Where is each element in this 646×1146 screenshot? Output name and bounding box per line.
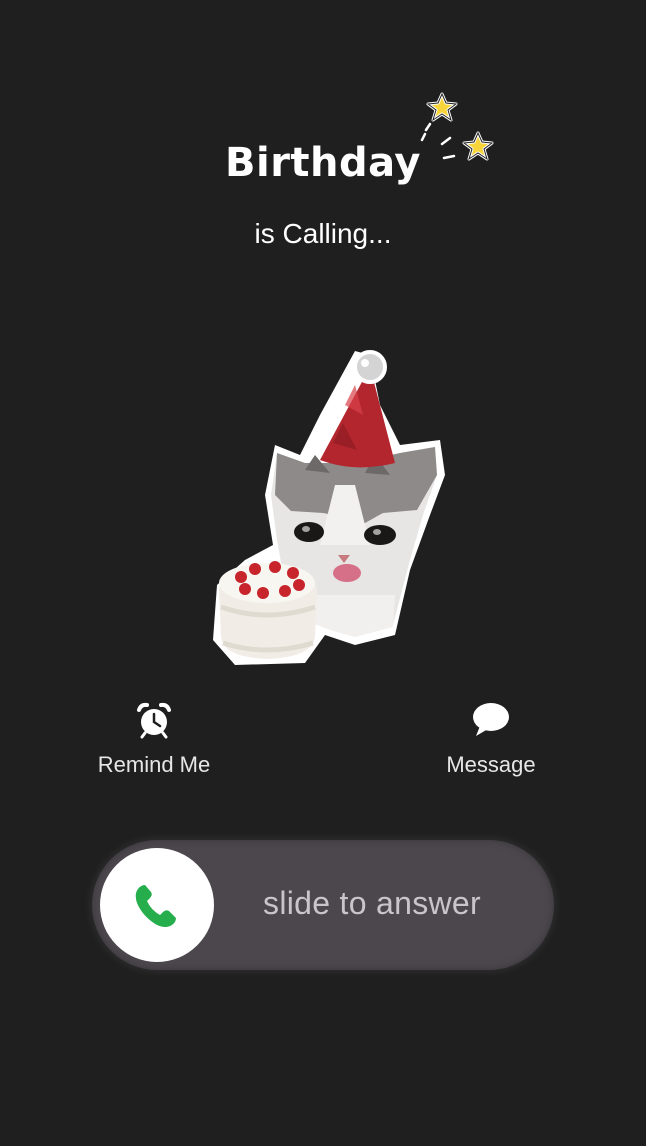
- call-status: is Calling...: [254, 218, 392, 249]
- answer-knob[interactable]: [100, 848, 214, 962]
- phone-icon: [135, 885, 176, 927]
- speech-bubble-icon: [473, 703, 509, 736]
- slide-to-answer-slider[interactable]: slide to answer: [92, 840, 554, 970]
- message-label: Message: [446, 752, 536, 777]
- party-cat-with-cake-sticker: [213, 350, 445, 665]
- caller-name: Birthday: [225, 140, 421, 186]
- slide-to-answer-label: slide to answer: [263, 885, 481, 921]
- incoming-call-screen: Birthday is Calling... Remind Me Message…: [0, 0, 646, 1146]
- message-button[interactable]: Message: [411, 700, 571, 778]
- alarm-clock-icon: [137, 702, 171, 739]
- remind-me-button[interactable]: Remind Me: [74, 700, 234, 778]
- remind-me-label: Remind Me: [97, 752, 211, 777]
